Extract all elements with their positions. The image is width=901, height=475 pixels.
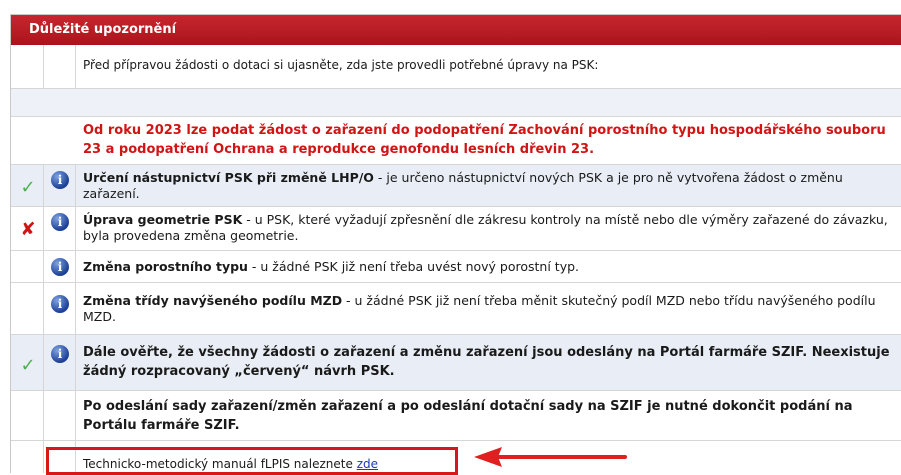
list-item: i Změna třídy navýšeného podílu MZD - u …: [11, 283, 901, 335]
panel-title: Důležité upozornění: [11, 15, 901, 45]
item-title: Změna třídy navýšeného podílu MZD: [83, 293, 343, 308]
highlight-box: [46, 447, 458, 475]
check-icon: ✓: [20, 355, 36, 376]
info-icon: i: [51, 171, 69, 189]
final-row: Po odeslání sady zařazení/změn zařazení …: [11, 391, 901, 441]
item-title: Určení nástupnictví PSK při změně LHP/O: [83, 170, 374, 185]
item-text: - u žádné PSK již není třeba uvést nový …: [247, 259, 579, 274]
notice-text: Od roku 2023 lze podat žádost o zařazení…: [83, 123, 886, 157]
info-icon: i: [51, 213, 69, 231]
verify-text: Dále ověřte, že všechny žádosti o zařaze…: [83, 345, 890, 379]
final-text: Po odeslání sady zařazení/změn zařazení …: [83, 399, 853, 433]
check-icon: ✓: [20, 177, 36, 198]
cross-icon: ✘: [20, 219, 36, 240]
red-arrow-icon: [474, 447, 627, 467]
verify-row: ✓ i Dále ověřte, že všechny žádosti o za…: [11, 335, 901, 391]
item-title: Změna porostního typu: [83, 259, 248, 274]
item-title: Úprava geometrie PSK: [83, 212, 243, 227]
intro-text: Před přípravou žádosti o dotaci si ujasn…: [83, 58, 599, 72]
important-notice-panel: Důležité upozornění Před přípravou žádos…: [10, 14, 901, 473]
list-item: ✓ i Určení nástupnictví PSK při změně LH…: [11, 165, 901, 207]
blank-row: [11, 89, 901, 117]
notice-row: Od roku 2023 lze podat žádost o zařazení…: [11, 117, 901, 165]
list-item: i Změna porostního typu - u žádné PSK ji…: [11, 251, 901, 283]
info-icon: i: [51, 295, 69, 313]
list-item: ✘ i Úprava geometrie PSK - u PSK, které …: [11, 207, 901, 251]
info-icon: i: [51, 345, 69, 363]
intro-row: Před přípravou žádosti o dotaci si ujasn…: [11, 45, 901, 89]
info-icon: i: [51, 258, 69, 276]
